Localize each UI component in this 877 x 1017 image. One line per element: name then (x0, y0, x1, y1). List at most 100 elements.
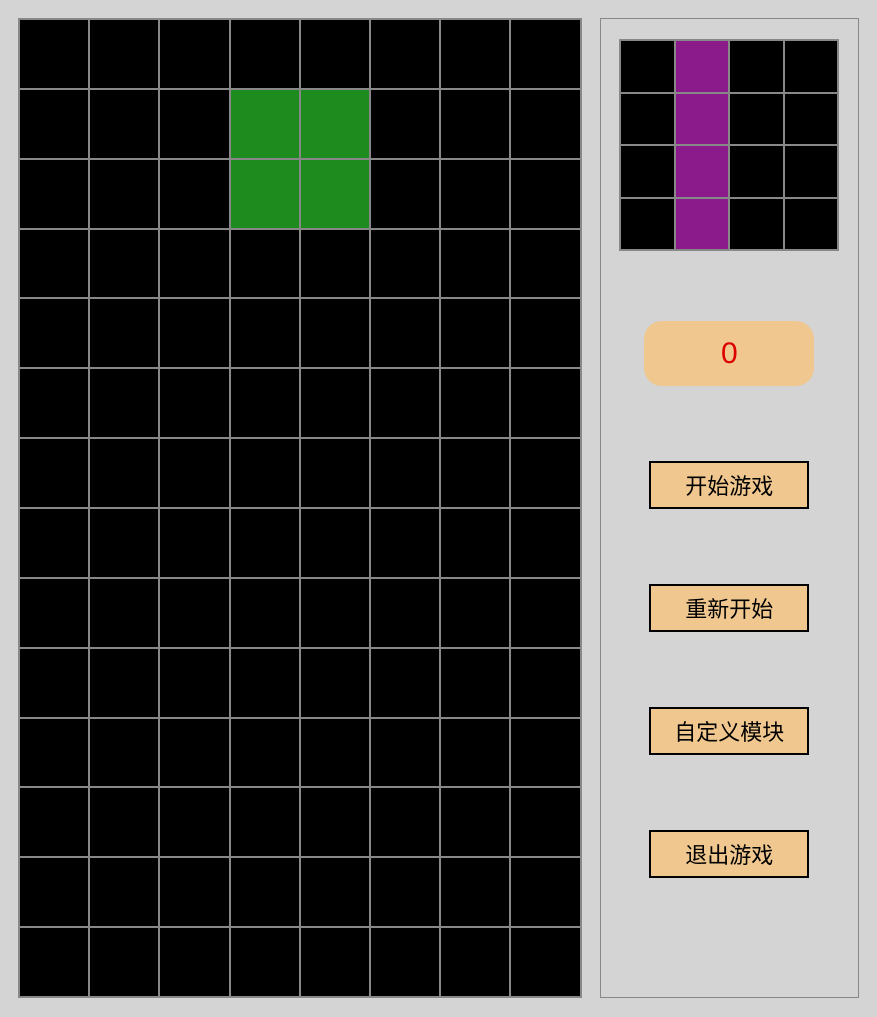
board-cell (19, 368, 89, 438)
preview-cell (675, 145, 730, 198)
board-cell (159, 648, 229, 718)
board-cell (230, 927, 300, 997)
board-cell (510, 787, 580, 857)
preview-cell (729, 93, 784, 146)
board-cell (89, 508, 159, 578)
board-cell (440, 159, 510, 229)
board-cell (19, 718, 89, 788)
board-cell (159, 229, 229, 299)
board-cell (300, 298, 370, 368)
board-cell (300, 718, 370, 788)
board-cell (440, 298, 510, 368)
board-cell (19, 159, 89, 229)
board-cell (89, 787, 159, 857)
board-cell (159, 159, 229, 229)
board-cell (230, 438, 300, 508)
board-cell (159, 927, 229, 997)
board-cell (300, 19, 370, 89)
board-cell (440, 229, 510, 299)
button-group: 开始游戏 重新开始 自定义模块 退出游戏 (601, 461, 858, 878)
board-cell (370, 19, 440, 89)
board-cell (440, 19, 510, 89)
board-cell (300, 159, 370, 229)
preview-cell (620, 40, 675, 93)
board-cell (510, 857, 580, 927)
board-cell (370, 927, 440, 997)
exit-button[interactable]: 退出游戏 (649, 830, 809, 878)
board-cell (440, 787, 510, 857)
board-cell (159, 508, 229, 578)
board-cell (159, 857, 229, 927)
board-cell (19, 508, 89, 578)
board-cell (230, 19, 300, 89)
board-cell (440, 508, 510, 578)
board-cell (19, 927, 89, 997)
board-cell (440, 89, 510, 159)
start-button[interactable]: 开始游戏 (649, 461, 809, 509)
preview-cell (675, 198, 730, 251)
board-cell (89, 159, 159, 229)
board-cell (230, 298, 300, 368)
board-cell (370, 508, 440, 578)
board-cell (19, 787, 89, 857)
game-board[interactable] (18, 18, 582, 998)
board-cell (89, 229, 159, 299)
board-cell (510, 578, 580, 648)
next-piece-preview (619, 39, 839, 251)
preview-cell (784, 145, 839, 198)
board-cell (510, 229, 580, 299)
board-cell (89, 438, 159, 508)
preview-cell (675, 93, 730, 146)
board-cell (19, 229, 89, 299)
preview-cell (620, 145, 675, 198)
board-cell (230, 89, 300, 159)
board-cell (19, 19, 89, 89)
board-cell (370, 578, 440, 648)
board-cell (89, 298, 159, 368)
preview-cell (784, 93, 839, 146)
preview-cell (729, 40, 784, 93)
board-cell (510, 89, 580, 159)
board-cell (230, 508, 300, 578)
board-cell (440, 438, 510, 508)
board-cell (19, 578, 89, 648)
board-cell (89, 19, 159, 89)
board-cell (300, 229, 370, 299)
board-cell (89, 578, 159, 648)
board-cell (300, 438, 370, 508)
board-cell (89, 718, 159, 788)
board-cell (230, 787, 300, 857)
board-cell (159, 368, 229, 438)
preview-cell (620, 198, 675, 251)
board-cell (19, 648, 89, 718)
preview-cell (784, 40, 839, 93)
board-cell (230, 718, 300, 788)
board-cell (370, 89, 440, 159)
board-cell (230, 578, 300, 648)
board-cell (370, 229, 440, 299)
board-cell (89, 927, 159, 997)
board-cell (159, 438, 229, 508)
board-cell (19, 438, 89, 508)
board-cell (370, 787, 440, 857)
preview-cell (675, 40, 730, 93)
board-cell (89, 89, 159, 159)
board-cell (89, 648, 159, 718)
board-cell (440, 857, 510, 927)
board-cell (159, 787, 229, 857)
board-cell (440, 648, 510, 718)
board-cell (159, 298, 229, 368)
board-cell (159, 19, 229, 89)
board-cell (230, 229, 300, 299)
board-cell (510, 718, 580, 788)
restart-button[interactable]: 重新开始 (649, 584, 809, 632)
board-cell (300, 648, 370, 718)
board-cell (370, 368, 440, 438)
board-cell (89, 857, 159, 927)
preview-cell (729, 198, 784, 251)
board-cell (230, 857, 300, 927)
custom-button[interactable]: 自定义模块 (649, 707, 809, 755)
board-cell (19, 298, 89, 368)
board-cell (370, 648, 440, 718)
board-cell (440, 927, 510, 997)
